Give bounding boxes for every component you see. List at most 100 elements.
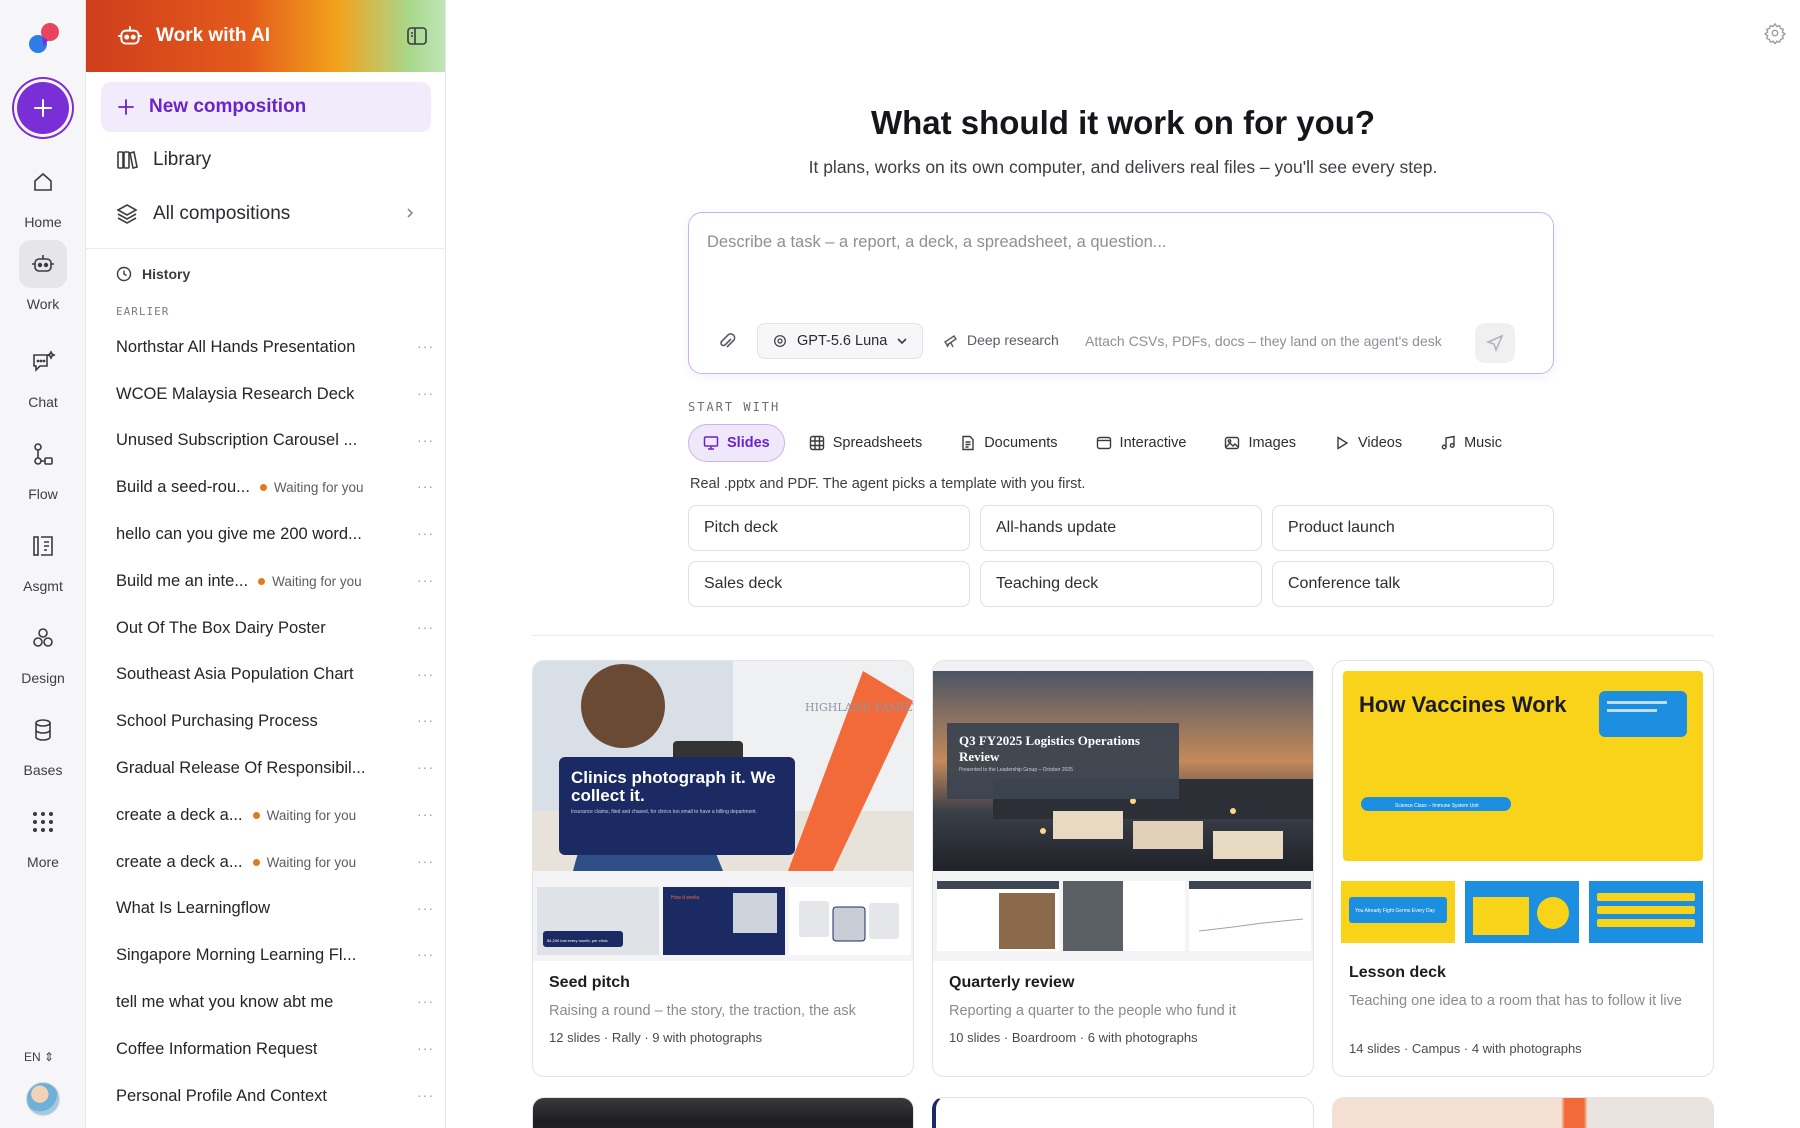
tab-label: Images [1248,435,1297,451]
history-item[interactable]: create a deck a... Waiting for you ··· [116,792,436,839]
more-options-icon[interactable]: ··· [417,853,434,869]
avatar[interactable] [26,1082,60,1116]
rail-item-asgmt[interactable]: Asgmt [0,522,86,594]
history-item[interactable]: create a deck a... Waiting for you ··· [116,839,436,886]
rail-label: Asgmt [23,578,63,594]
language-switcher[interactable]: EN ⇕ [24,1050,54,1064]
history-item[interactable]: Northstar All Hands Presentation ··· [116,324,436,371]
history-item[interactable]: hello can you give me 200 word... ··· [116,511,436,558]
template-card-next-2[interactable] [932,1097,1314,1128]
task-input-placeholder[interactable]: Describe a task – a report, a deck, a sp… [707,233,1167,252]
tab-videos[interactable]: Videos [1320,424,1416,462]
history-item[interactable]: Coffee Information Request ··· [116,1026,436,1073]
tab-slides[interactable]: Slides [688,424,785,462]
template-card-next-3[interactable] [1332,1097,1714,1128]
rail-item-work[interactable]: Work [0,240,86,312]
mini-slide-text: You Already Fight Germs Every Day [1355,908,1435,914]
template-card-quarterly-review[interactable]: Q3 FY2025 Logistics Operations Review Pr… [932,660,1314,1077]
tab-documents[interactable]: Documents [946,424,1071,462]
history-item[interactable]: Southeast Asia Population Chart ··· [116,652,436,699]
history-item-title: What Is Learningflow [116,899,271,918]
more-options-icon[interactable]: ··· [417,806,434,822]
status-dot [258,577,266,585]
paperclip-icon[interactable] [717,331,737,351]
send-button[interactable] [1475,323,1515,363]
tab-interactive[interactable]: Interactive [1082,424,1201,462]
database-icon [35,719,51,741]
template-card-seed-pitch[interactable]: HIGHLAND FAMILY Clinics photograph it. W… [532,660,914,1077]
tab-images[interactable]: Images [1210,424,1310,462]
start-with-label: START WITH [688,400,781,414]
history-item[interactable]: Personal Profile And Context ··· [116,1073,436,1120]
template-meta: 10 slides · Boardroom · 6 with photograp… [949,1030,1198,1045]
more-options-icon[interactable]: ··· [417,1087,434,1103]
more-options-icon[interactable]: ··· [417,1040,434,1056]
rail-item-more[interactable]: More [0,798,86,870]
more-options-icon[interactable]: ··· [417,525,434,541]
deep-research-toggle[interactable]: Deep research [943,332,1059,348]
model-gear-icon [774,335,786,347]
rail-item-design[interactable]: Design [0,614,86,686]
template-card-lesson-deck[interactable]: How Vaccines Work Science Class – Immune… [1332,660,1714,1077]
more-options-icon[interactable]: ··· [417,666,434,682]
more-options-icon[interactable]: ··· [417,572,434,588]
grid-dots-icon [33,812,53,832]
history-item-title: create a deck a... [116,805,243,824]
more-options-icon[interactable]: ··· [417,385,434,401]
task-composer[interactable]: Describe a task – a report, a deck, a sp… [688,212,1554,374]
send-icon [1486,334,1504,352]
template-description: Raising a round – the story, the tractio… [549,1003,856,1019]
rail-label: Work [26,296,60,312]
more-options-icon[interactable]: ··· [417,712,434,728]
slide-caption: Insurance claims, filed and chased, for … [571,808,757,815]
tab-spreadsheets[interactable]: Spreadsheets [795,424,936,462]
template-card-next-1[interactable] [532,1097,914,1128]
new-composition-button[interactable]: New composition [101,82,431,132]
more-options-icon[interactable]: ··· [417,759,434,775]
history-item[interactable]: Singapore Morning Learning Fl... ··· [116,932,436,979]
more-options-icon[interactable]: ··· [417,478,434,494]
history-item[interactable]: Build me an inte... Waiting for you ··· [116,558,436,605]
history-item[interactable]: School Purchasing Process ··· [116,698,436,745]
toggle-panel-icon[interactable] [405,24,429,48]
model-selector[interactable]: GPT-5.6 Luna [757,323,924,359]
tab-music[interactable]: Music [1426,424,1516,462]
more-options-icon[interactable]: ··· [417,993,434,1009]
more-options-icon[interactable]: ··· [417,619,434,635]
gear-icon[interactable] [1764,22,1786,44]
rail-item-chat[interactable]: Chat [0,338,86,410]
app-logo[interactable] [24,20,62,58]
library-link[interactable]: Library [101,138,431,182]
history-item[interactable]: Build a seed-rou... Waiting for you ··· [116,464,436,511]
status-dot [252,811,260,819]
rail-item-home[interactable]: Home [0,158,86,230]
suggestion-chip[interactable]: Conference talk [1272,561,1554,607]
more-options-icon[interactable]: ··· [417,946,434,962]
history-item[interactable]: Gradual Release Of Responsibil... ··· [116,745,436,792]
rail-item-flow[interactable]: Flow [0,430,86,502]
history-item[interactable]: WCOE Malaysia Research Deck ··· [116,371,436,418]
assignment-icon [33,536,53,556]
all-compositions-link[interactable]: All compositions [101,192,431,236]
history-item[interactable]: Unused Subscription Carousel ... ··· [116,418,436,465]
rail-new-button[interactable] [17,82,69,134]
main-content: What should it work on for you? It plans… [446,0,1800,1128]
more-options-icon[interactable]: ··· [417,338,434,354]
history-item[interactable]: Out Of The Box Dairy Poster ··· [116,605,436,652]
rail-item-bases[interactable]: Bases [0,706,86,778]
status-text: Waiting for you [272,573,362,589]
history-item[interactable]: tell me what you know abt me ··· [116,979,436,1026]
history-item[interactable]: What Is Learningflow ··· [116,886,436,933]
suggestion-chip[interactable]: Sales deck [688,561,970,607]
suggestion-chip[interactable]: Product launch [1272,505,1554,551]
more-options-icon[interactable]: ··· [417,432,434,448]
language-label: EN [24,1050,41,1064]
suggestion-chips: Pitch deck All-hands update Product laun… [688,505,1554,607]
layers-icon [116,204,138,224]
more-options-icon[interactable]: ··· [417,900,434,916]
template-thumbnail: HIGHLAND FAMILY Clinics photograph it. W… [533,661,913,961]
suggestion-chip[interactable]: Teaching deck [980,561,1262,607]
suggestion-chip[interactable]: Pitch deck [688,505,970,551]
suggestion-chip[interactable]: All-hands update [980,505,1262,551]
window-icon [1096,436,1111,450]
